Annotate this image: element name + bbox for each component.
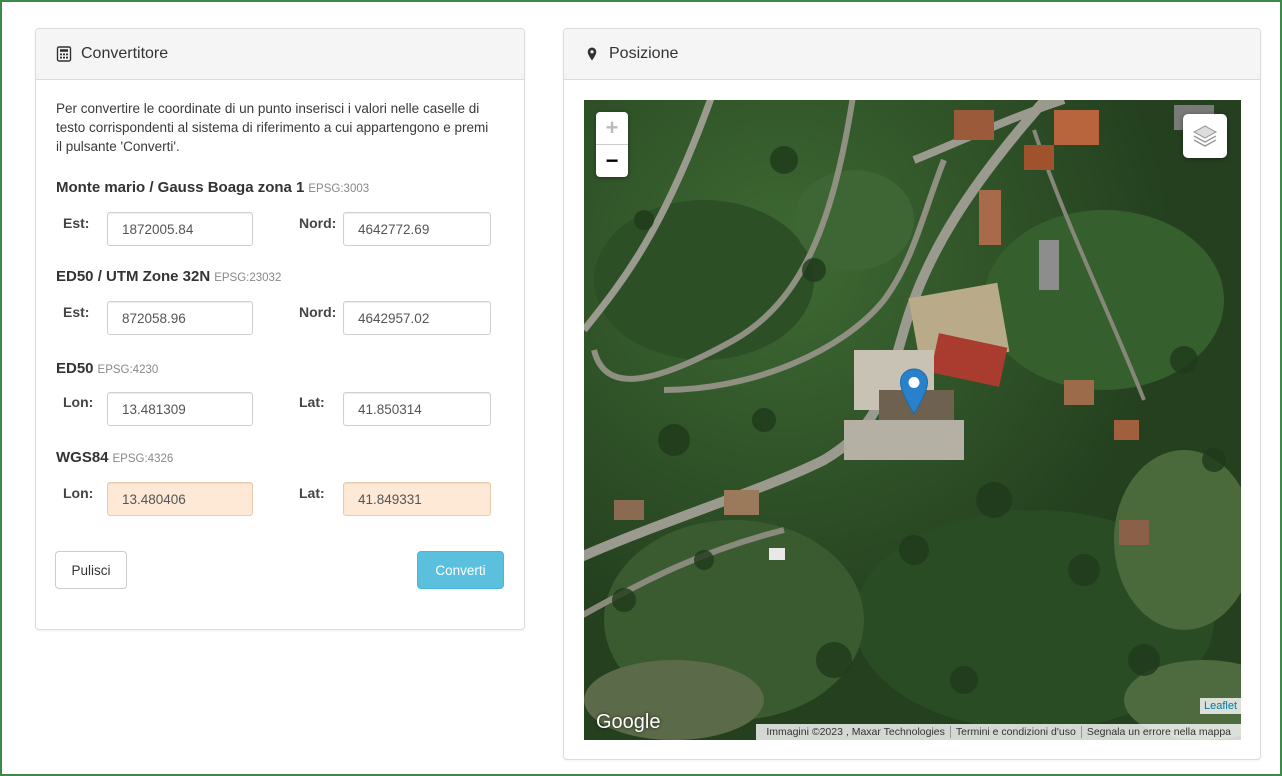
map-marker-icon — [584, 46, 600, 62]
utm-est-input[interactable] — [107, 301, 253, 335]
utm-nord-input[interactable] — [343, 301, 491, 335]
nord-label: Nord: — [299, 304, 337, 320]
report-error-link[interactable]: Segnala un errore nella mappa — [1080, 726, 1236, 738]
leaflet-link[interactable]: Leaflet — [1199, 698, 1241, 714]
epsg-code: EPSG:23032 — [214, 272, 282, 284]
satellite-map[interactable]: + − Google Leaflet Immagini ©2023 , Maxa… — [584, 100, 1241, 740]
section-name: Monte mario / Gauss Boaga zona 1 — [56, 179, 305, 196]
gauss-boaga-est-input[interactable] — [107, 212, 253, 246]
lat-label: Lat: — [299, 394, 325, 410]
lon-label: Lon: — [63, 394, 94, 410]
section-title-wgs84: WGS84 EPSG:4326 — [56, 449, 173, 466]
imagery-credit: Immagini ©2023 , Maxar Technologies — [766, 726, 945, 738]
est-label: Est: — [63, 304, 90, 320]
nord-label: Nord: — [299, 215, 337, 231]
section-name: ED50 / UTM Zone 32N — [56, 268, 211, 285]
section-title-ed50: ED50 EPSG:4230 — [56, 360, 158, 377]
gauss-boaga-nord-input[interactable] — [343, 212, 491, 246]
wgs84-lon-input[interactable] — [107, 482, 253, 516]
ed50-lon-input[interactable] — [107, 392, 253, 426]
ed50-lat-input[interactable] — [343, 392, 491, 426]
layers-icon — [1192, 125, 1218, 147]
page-frame: Convertitore Per convertire le coordinat… — [0, 0, 1282, 776]
zoom-out-button[interactable]: − — [596, 145, 628, 177]
location-marker-icon[interactable] — [899, 368, 929, 416]
satellite-imagery — [584, 100, 1241, 740]
wgs84-lat-input[interactable] — [343, 482, 491, 516]
position-panel: Posizione + − Google Leaflet Immagini ©2… — [563, 28, 1261, 760]
converter-title: Convertitore — [81, 45, 169, 62]
map-attribution: Immagini ©2023 , Maxar Technologies Term… — [756, 724, 1241, 740]
clear-button[interactable]: Pulisci — [55, 551, 127, 589]
section-name: WGS84 — [56, 449, 109, 466]
position-title: Posizione — [609, 45, 679, 62]
section-title-gauss-boaga: Monte mario / Gauss Boaga zona 1 EPSG:300… — [56, 179, 369, 196]
epsg-code: EPSG:3003 — [308, 183, 370, 195]
lat-label: Lat: — [299, 485, 325, 501]
position-header: Posizione — [564, 29, 1260, 80]
converter-header: Convertitore — [36, 29, 524, 80]
epsg-code: EPSG:4326 — [112, 453, 174, 465]
convert-button[interactable]: Converti — [417, 551, 504, 589]
layers-button[interactable] — [1183, 114, 1227, 158]
zoom-in-button[interactable]: + — [596, 112, 628, 145]
lon-label: Lon: — [63, 485, 94, 501]
zoom-control: + − — [596, 112, 628, 177]
section-title-ed50-utm: ED50 / UTM Zone 32N EPSG:23032 — [56, 268, 281, 285]
epsg-code: EPSG:4230 — [97, 364, 159, 376]
calculator-icon — [56, 46, 72, 62]
est-label: Est: — [63, 215, 90, 231]
section-name: ED50 — [56, 360, 94, 377]
google-logo: Google — [596, 711, 661, 733]
terms-link[interactable]: Termini e condizioni d'uso — [949, 726, 1081, 738]
converter-intro: Per convertire le coordinate di un punto… — [56, 101, 489, 154]
converter-panel: Convertitore Per convertire le coordinat… — [35, 28, 525, 630]
